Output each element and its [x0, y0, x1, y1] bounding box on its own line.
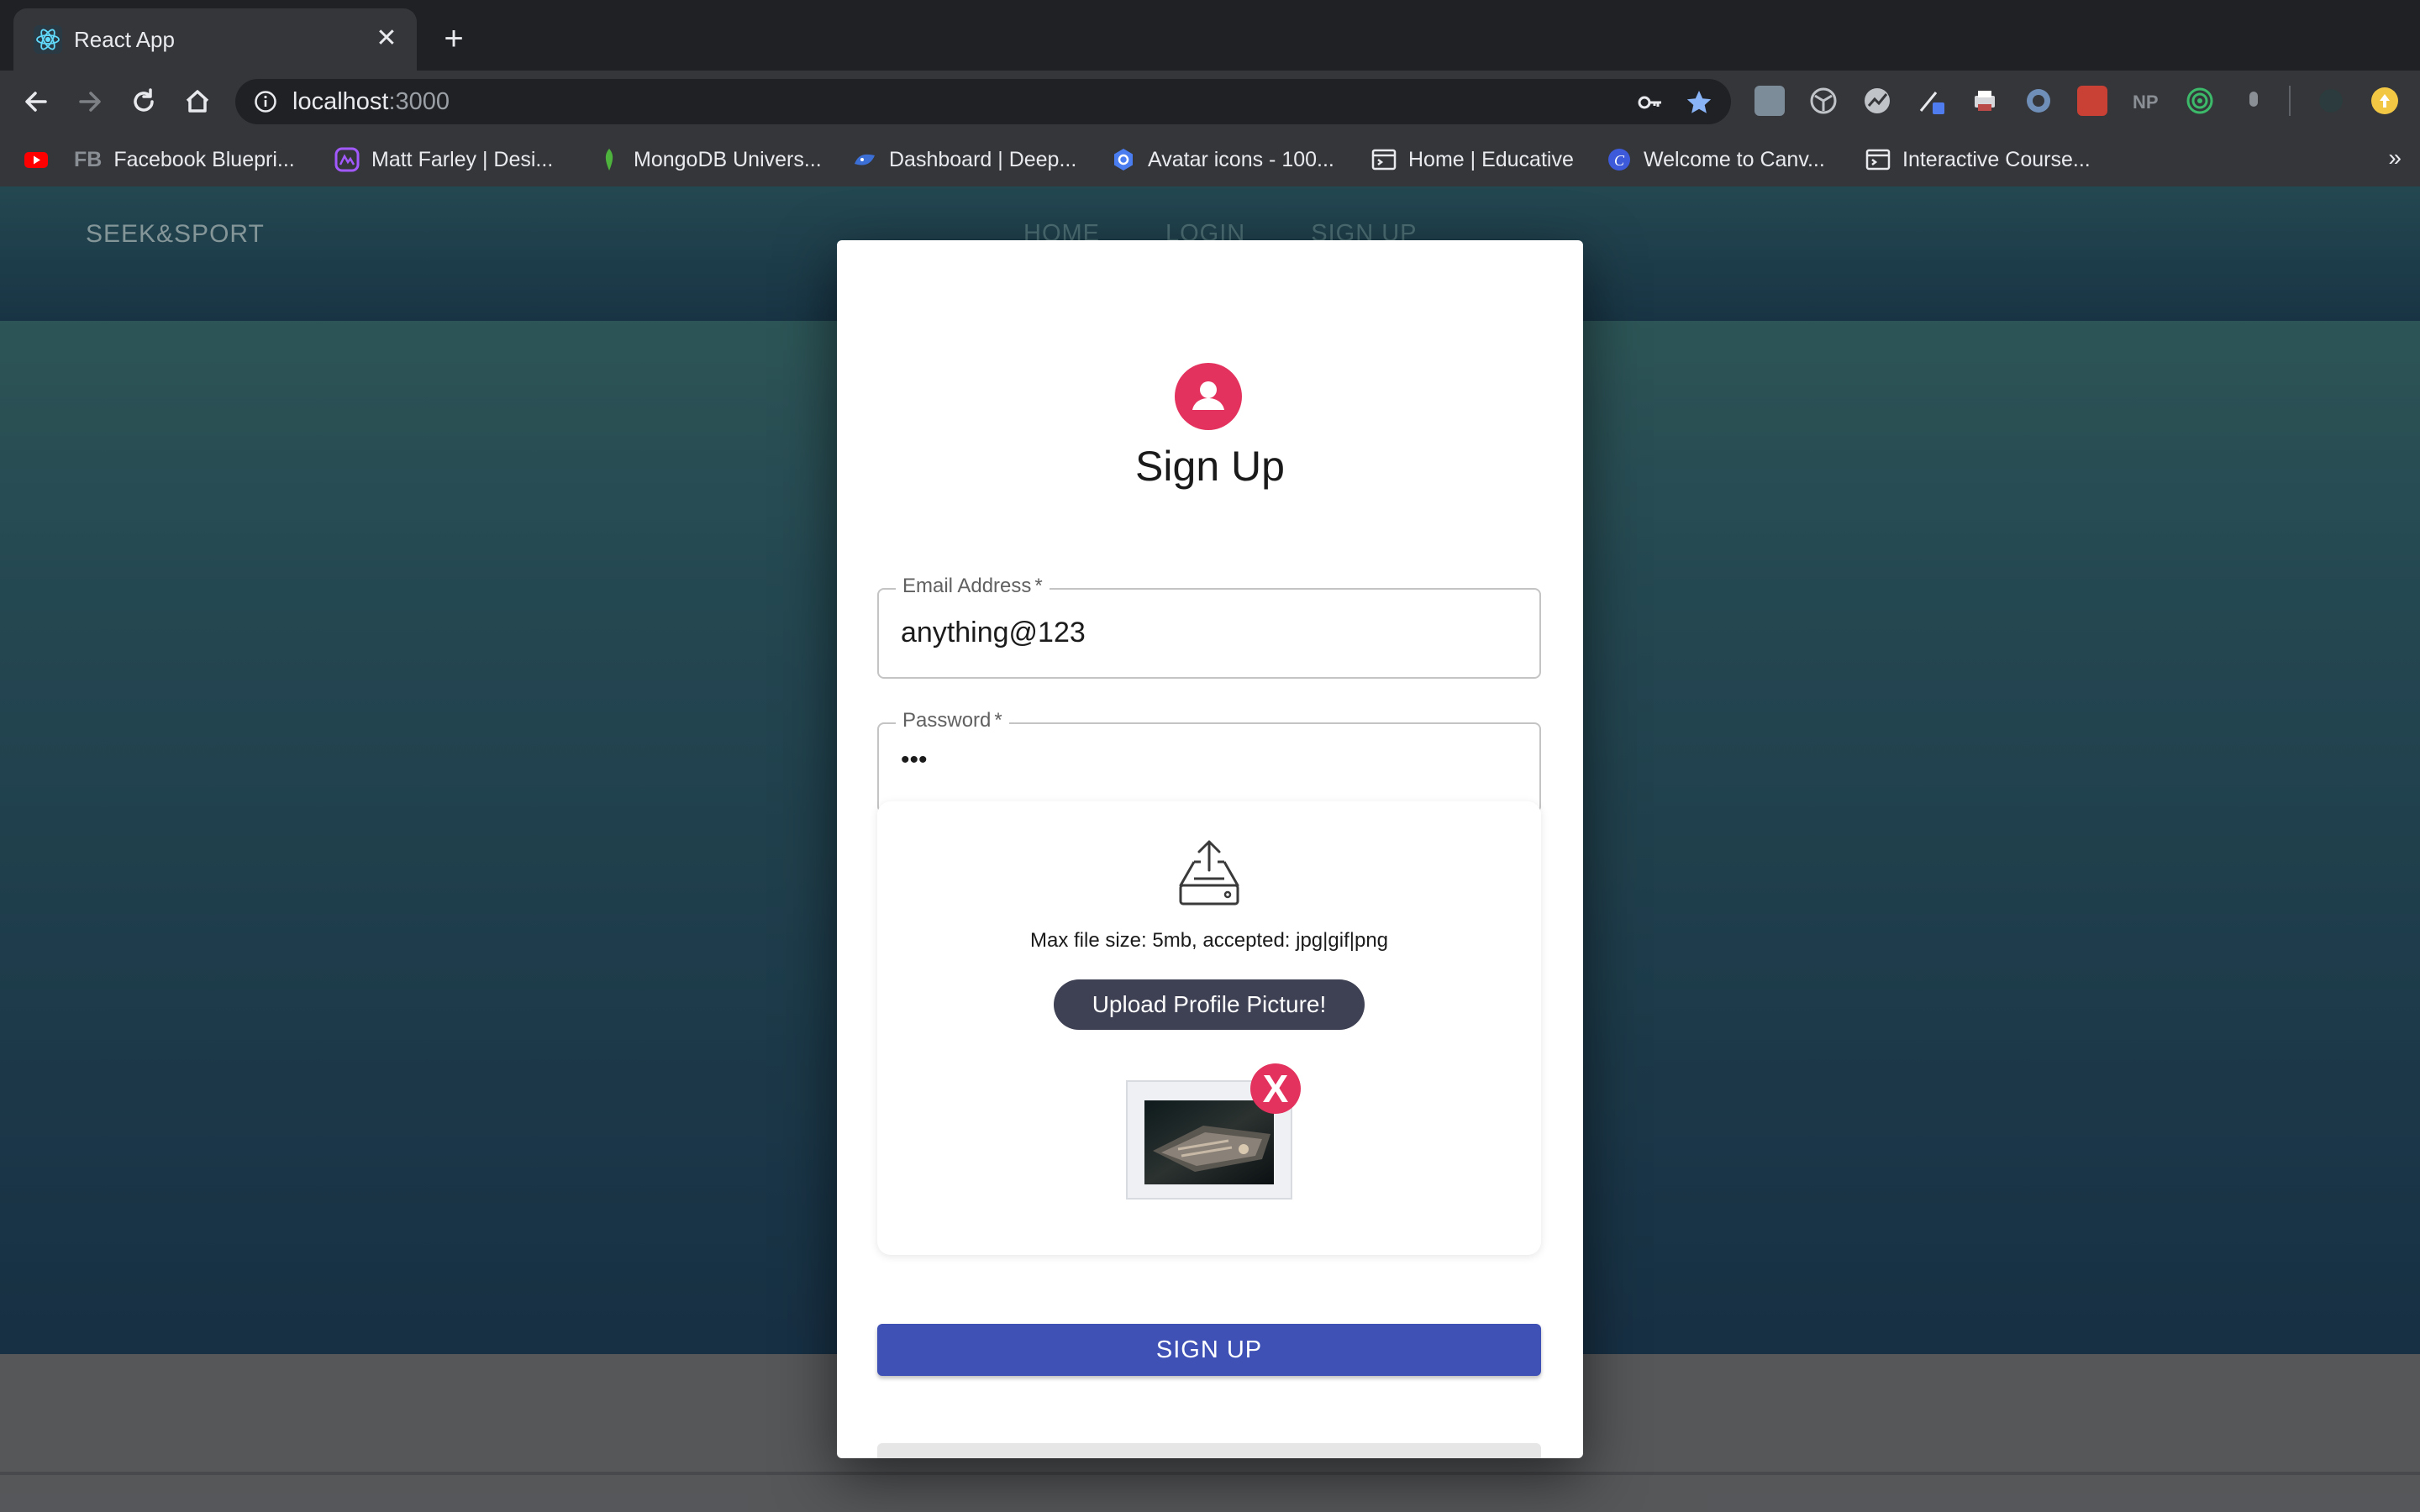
toolbar-divider — [2289, 86, 2291, 116]
modal-lower-section — [877, 1443, 1541, 1458]
bookmarks-bar: FB Facebook Bluepri... Matt Farley | Des… — [0, 133, 2420, 187]
person-icon — [1192, 381, 1224, 410]
bookmark-label: Interactive Course... — [1902, 147, 2091, 171]
remove-image-button[interactable]: X — [1250, 1063, 1301, 1114]
home-icon[interactable] — [178, 82, 217, 121]
extension-target-icon[interactable] — [2185, 86, 2215, 116]
bookmark-facebook-blueprint[interactable]: FB Facebook Bluepri... — [74, 144, 295, 175]
forward-arrow-icon[interactable] — [71, 82, 109, 121]
extension-js-icon[interactable] — [1754, 86, 1785, 116]
upload-profile-picture-button[interactable]: Upload Profile Picture! — [1054, 979, 1365, 1030]
bookmark-label: Avatar icons - 100... — [1148, 147, 1334, 171]
mongodb-leaf-icon — [605, 149, 613, 171]
deepnote-icon — [855, 154, 875, 165]
portfolio-icon — [334, 147, 360, 172]
bookmark-label: MongoDB Univers... — [634, 147, 822, 171]
google-icon — [1114, 149, 1133, 171]
required-mark: * — [994, 709, 1002, 732]
extension-react-dev-icon[interactable] — [1808, 86, 1839, 116]
canva-icon: C — [1608, 149, 1630, 171]
extension-dark-icon[interactable] — [2316, 86, 2346, 116]
new-tab-button[interactable]: + — [437, 22, 471, 55]
tab-title: React App — [74, 27, 175, 52]
upload-tray-icon — [1179, 840, 1239, 906]
preview-thumbnail — [1144, 1100, 1274, 1184]
svg-text:C: C — [1614, 152, 1625, 169]
url-port: :3000 — [388, 88, 450, 115]
email-input-value[interactable]: anything@123 — [901, 617, 1086, 649]
more-bookmarks-icon[interactable]: » — [2388, 144, 2402, 171]
file-requirements-text: Max file size: 5mb, accepted: jpg|gif|pn… — [1029, 929, 1389, 952]
svg-text:NP: NP — [2133, 92, 2159, 113]
close-tab-icon[interactable]: ✕ — [370, 22, 403, 55]
extension-eyedropper-icon[interactable] — [1916, 86, 1946, 116]
page-viewport: SEEK&SPORT HOME LOGIN SIGN UP Sign Up Em… — [0, 186, 2420, 1512]
browser-titlebar: React App ✕ + — [0, 0, 2420, 71]
avatar — [1175, 363, 1242, 430]
password-label: Password * — [896, 709, 1009, 732]
educative-icon — [1371, 149, 1397, 171]
signup-modal: Sign Up Email Address * anything@123 Pass… — [837, 240, 1583, 1458]
bookmark-youtube[interactable] — [24, 144, 49, 175]
extension-ring-icon[interactable] — [2023, 86, 2054, 116]
react-icon — [34, 25, 62, 54]
required-mark: * — [1034, 575, 1043, 597]
extension-np-icon[interactable]: NP — [2131, 86, 2161, 116]
profile-avatar-icon[interactable] — [2370, 86, 2400, 116]
extension-mic-icon[interactable] — [2238, 86, 2269, 116]
bookmark-deepnote[interactable]: Dashboard | Deep... — [852, 144, 1076, 175]
bookmark-label: Facebook Bluepri... — [113, 147, 295, 171]
email-label: Email Address * — [896, 575, 1050, 598]
bookmark-matt-farley[interactable]: Matt Farley | Desi... — [334, 144, 553, 175]
bookmark-label: Welcome to Canv... — [1644, 147, 1825, 171]
email-field[interactable]: Email Address * anything@123 — [877, 575, 1541, 679]
password-field[interactable]: Password * ••• — [877, 709, 1541, 813]
browser-toolbar: localhost:3000 NP — [0, 71, 2420, 133]
info-icon[interactable] — [254, 90, 277, 113]
extension-red-icon[interactable] — [2077, 86, 2107, 116]
bookmark-canvas[interactable]: C Welcome to Canv... — [1607, 144, 1825, 175]
extension-chart-icon[interactable] — [1862, 86, 1892, 116]
password-input-value[interactable]: ••• — [901, 746, 928, 774]
url-host: localhost — [292, 88, 389, 115]
email-label-text: Email Address — [902, 575, 1032, 597]
signup-submit-button[interactable]: SIGN UP — [877, 1324, 1541, 1376]
bookmark-educative[interactable]: Home | Educative — [1371, 144, 1574, 175]
bookmark-avatar-icons[interactable]: Avatar icons - 100... — [1111, 144, 1334, 175]
url-text[interactable]: localhost:3000 — [292, 87, 450, 116]
bookmark-mongodb[interactable]: MongoDB Univers... — [597, 144, 822, 175]
browser-tab[interactable]: React App ✕ — [13, 8, 417, 71]
bookmark-label: Matt Farley | Desi... — [371, 147, 554, 171]
bookmark-star-icon[interactable] — [1684, 87, 1714, 118]
extension-print-icon[interactable] — [1970, 86, 2000, 116]
back-arrow-icon[interactable] — [17, 82, 55, 121]
password-label-text: Password — [902, 709, 992, 732]
address-bar[interactable]: localhost:3000 — [235, 79, 1731, 124]
bookmark-interactive-course[interactable]: Interactive Course... — [1865, 144, 2091, 175]
fb-text-icon: FB — [74, 147, 103, 171]
bookmark-label: Home | Educative — [1408, 147, 1574, 171]
page-title: Sign Up — [1135, 443, 1285, 490]
file-dropzone[interactable]: Max file size: 5mb, accepted: jpg|gif|pn… — [877, 801, 1541, 1255]
course-icon — [1865, 149, 1891, 171]
reload-icon[interactable] — [124, 82, 163, 121]
youtube-icon — [24, 152, 48, 168]
key-icon[interactable] — [1637, 89, 1664, 116]
bookmark-label: Dashboard | Deep... — [889, 147, 1077, 171]
